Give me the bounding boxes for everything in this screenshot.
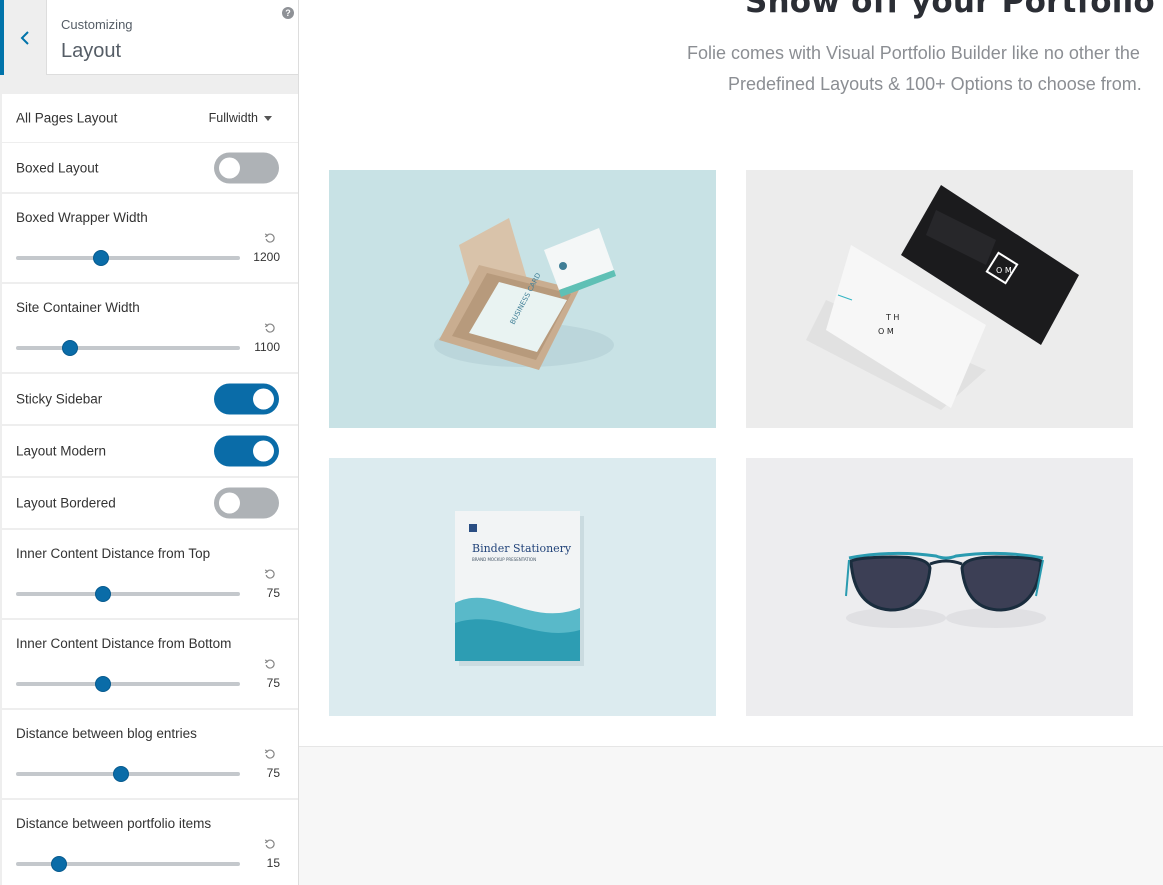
- customizer-sidebar: Customizing Layout ? All Pages Layout Fu…: [0, 0, 299, 885]
- boxed-wrapper-width-value: 1200: [253, 250, 280, 264]
- svg-text:O M: O M: [878, 327, 894, 336]
- slider-thumb[interactable]: [113, 766, 130, 782]
- toggle-knob: [219, 492, 240, 514]
- svg-text:O M: O M: [996, 266, 1012, 275]
- control-boxed-layout: Boxed Layout: [2, 143, 298, 192]
- blog-distance-value: 75: [266, 766, 280, 780]
- toggle-knob: [253, 440, 274, 462]
- binder-stationery-image: Binder Stationery BRAND MOCKUP PRESENTAT…: [455, 511, 584, 666]
- site-container-width-value: 1100: [254, 340, 280, 354]
- control-inner-top: Inner Content Distance from Top 75: [2, 530, 298, 618]
- reset-icon[interactable]: [264, 658, 276, 670]
- binder-title: Binder Stationery: [472, 542, 572, 555]
- sunglasses-image: [845, 551, 1046, 628]
- svg-text:T H: T H: [885, 313, 899, 322]
- portfolio-item-business-card-box[interactable]: BUSINESS CARD: [329, 170, 716, 428]
- portfolio-item-binder-stationery[interactable]: Binder Stationery BRAND MOCKUP PRESENTAT…: [329, 458, 716, 716]
- preview-footer-band: [299, 746, 1163, 885]
- control-layout-modern: Layout Modern: [2, 426, 298, 476]
- site-preview: Show off your Portfolio Folie comes with…: [299, 0, 1163, 885]
- inner-bottom-value: 75: [266, 676, 280, 690]
- blog-distance-slider[interactable]: [16, 766, 240, 782]
- slider-thumb[interactable]: [95, 586, 112, 602]
- help-icon[interactable]: ?: [282, 7, 294, 19]
- customizing-label: Customizing: [61, 17, 133, 32]
- layout-modern-toggle[interactable]: [214, 435, 279, 467]
- back-button[interactable]: [0, 0, 47, 75]
- all-pages-layout-label: All Pages Layout: [16, 110, 118, 126]
- chevron-left-icon: [20, 30, 29, 45]
- portfolio-distance-label: Distance between portfolio items: [16, 816, 212, 831]
- reset-icon[interactable]: [264, 838, 276, 850]
- portfolio-distance-slider[interactable]: [16, 856, 240, 872]
- control-portfolio-distance: Distance between portfolio items 15: [2, 800, 298, 885]
- boxed-wrapper-width-slider[interactable]: [16, 250, 240, 266]
- inner-top-label: Inner Content Distance from Top: [16, 546, 211, 561]
- inner-top-slider[interactable]: [16, 586, 240, 602]
- control-layout-bordered: Layout Bordered: [2, 478, 298, 528]
- layout-bordered-label: Layout Bordered: [16, 495, 116, 511]
- inner-top-value: 75: [266, 586, 280, 600]
- control-sticky-sidebar: Sticky Sidebar: [2, 374, 298, 424]
- sticky-sidebar-label: Sticky Sidebar: [16, 391, 103, 407]
- all-pages-layout-value: Fullwidth: [208, 111, 258, 125]
- portfolio-intro-line-1: Folie comes with Visual Portfolio Builde…: [687, 43, 1140, 63]
- layout-bordered-toggle[interactable]: [214, 487, 279, 519]
- reset-icon[interactable]: [264, 232, 276, 244]
- site-container-width-label: Site Container Width: [16, 300, 140, 315]
- reset-icon[interactable]: [264, 748, 276, 760]
- control-site-container-width: Site Container Width 1100: [2, 284, 298, 372]
- control-inner-bottom: Inner Content Distance from Bottom 75: [2, 620, 298, 708]
- slider-thumb[interactable]: [50, 856, 67, 872]
- toggle-knob: [219, 157, 240, 178]
- inner-bottom-slider[interactable]: [16, 676, 240, 692]
- sticky-sidebar-toggle[interactable]: [214, 383, 279, 415]
- boxed-layout-toggle[interactable]: [214, 152, 279, 183]
- control-all-pages-layout: All Pages Layout Fullwidth: [2, 94, 298, 142]
- portfolio-item-black-white-cards[interactable]: O M T H O M: [746, 170, 1133, 428]
- layout-modern-label: Layout Modern: [16, 443, 107, 459]
- slider-thumb[interactable]: [95, 676, 112, 692]
- portfolio-heading: Show off your Portfolio: [745, 0, 1155, 20]
- reset-icon[interactable]: [264, 322, 276, 334]
- control-blog-distance: Distance between blog entries 75: [2, 710, 298, 798]
- site-container-width-slider[interactable]: [16, 340, 240, 356]
- boxed-wrapper-width-label: Boxed Wrapper Width: [16, 210, 148, 225]
- slider-thumb[interactable]: [61, 340, 78, 356]
- blog-distance-label: Distance between blog entries: [16, 726, 197, 741]
- reset-icon[interactable]: [264, 568, 276, 580]
- section-title: Layout: [61, 40, 122, 62]
- portfolio-intro-line-2: Predefined Layouts & 100+ Options to cho…: [728, 74, 1142, 94]
- portfolio-distance-value: 15: [266, 856, 280, 870]
- inner-bottom-label: Inner Content Distance from Bottom: [16, 636, 232, 651]
- all-pages-layout-select[interactable]: Fullwidth: [209, 111, 272, 125]
- control-boxed-wrapper-width: Boxed Wrapper Width 1200: [2, 194, 298, 282]
- boxed-layout-label: Boxed Layout: [16, 160, 99, 175]
- binder-subtitle: BRAND MOCKUP PRESENTATION: [472, 557, 536, 562]
- slider-thumb[interactable]: [93, 250, 110, 266]
- portfolio-item-sunglasses[interactable]: [746, 458, 1133, 716]
- toggle-knob: [253, 388, 274, 410]
- caret-down-icon: [264, 115, 272, 121]
- customizer-header: Customizing Layout ?: [0, 0, 298, 75]
- business-card-box-image: BUSINESS CARD: [434, 218, 616, 370]
- black-white-cards-image: O M T H O M: [806, 185, 1079, 410]
